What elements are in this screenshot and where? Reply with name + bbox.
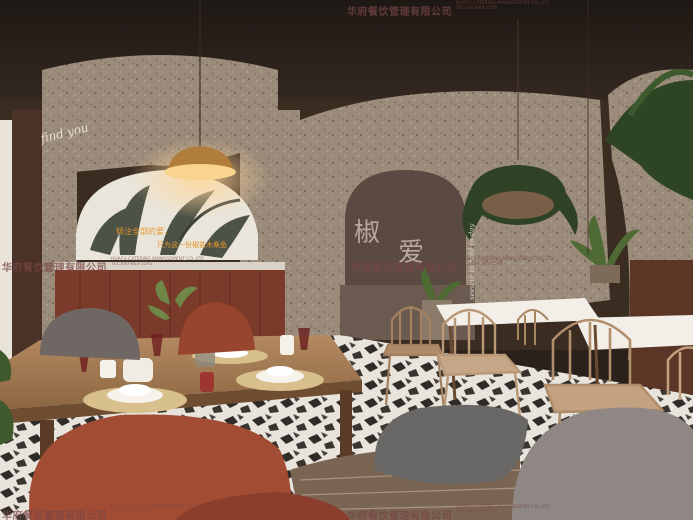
arch-sign-left: 椒 [354,218,381,248]
restaurant-render: find you 倾注全部的爱， 只为这一份椒盐木桑鱼 椒 爱 seeu in … [0,0,693,520]
watermark-company: 华府餐饮管理有限公司 [347,7,452,18]
watermark-top-center: 华府餐饮管理有限公司HUAFU CATERING MANAGEMENT CO.,… [347,1,549,18]
wall-sign-line1: 倾注全部的爱， [116,227,172,236]
wall-sign-line2: 只为这一份椒盐木桑鱼 [157,241,227,249]
watermark-phone: TEL:400-863-5595 [456,509,498,515]
watermark-company: 华府餐饮管理有限公司 [352,263,457,274]
watermark-phone: TEL:400-863-5595 [111,509,153,515]
watermark-phone: TEL:400-863-5595 [461,261,503,267]
watermark-middle-left: 华府餐饮管理有限公司HUAFU CATERING MANAGEMENT CO.,… [2,257,204,274]
watermark-phone: TEL:400-863-5595 [456,5,498,11]
watermark-bottom-center: 华府餐饮管理有限公司HUAFU CATERING MANAGEMENT CO.,… [347,505,549,520]
watermark-company: 华府餐饮管理有限公司 [347,511,452,520]
watermark-bottom-left: 华府餐饮管理有限公司HUAFU CATERING MANAGEMENT CO.,… [2,505,204,520]
watermark-company: 华府餐饮管理有限公司 [2,263,107,274]
watermark-middle-center: 华府餐饮管理有限公司HUAFU CATERING MANAGEMENT CO.,… [352,257,554,274]
watermark-company: 华府餐饮管理有限公司 [2,511,107,520]
watermark-phone: TEL:400-863-5595 [111,261,153,267]
